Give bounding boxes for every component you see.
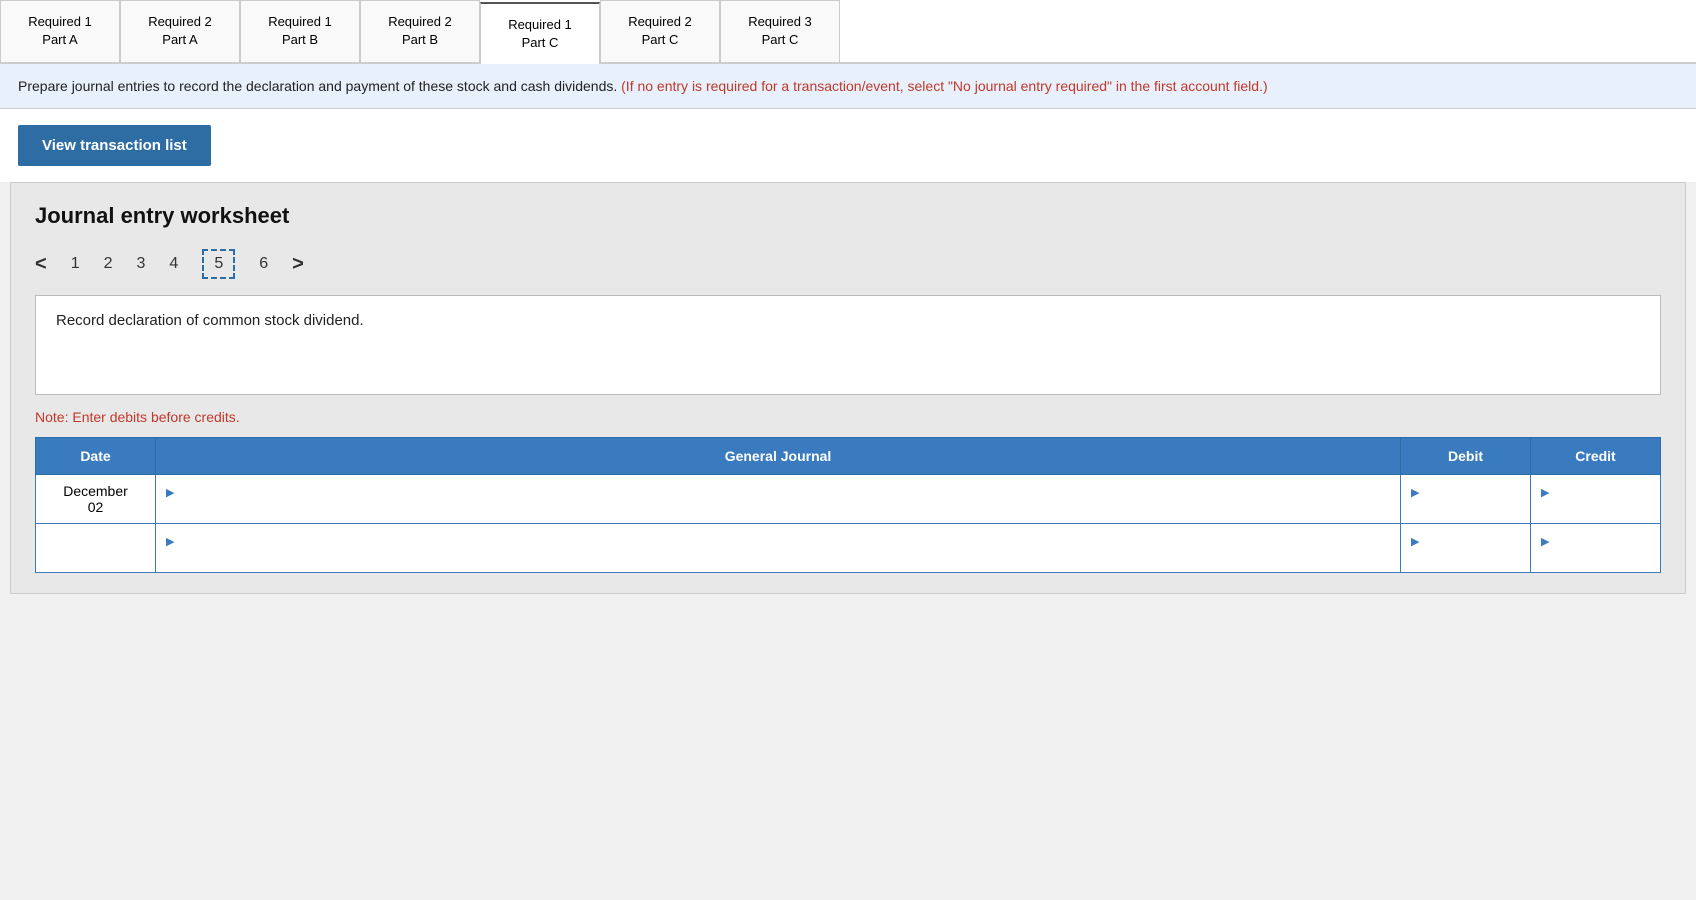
pagination: < 1 2 3 4 5 6 > (35, 249, 1661, 279)
page-4[interactable]: 4 (169, 255, 178, 273)
tab-req1c[interactable]: Required 1 Part C (480, 2, 600, 64)
prev-arrow[interactable]: < (35, 253, 47, 276)
table-row (36, 524, 1661, 573)
journal-table: Date General Journal Debit Credit Decemb… (35, 437, 1661, 573)
tab-req2b[interactable]: Required 2 Part B (360, 0, 480, 62)
tab-req2c[interactable]: Required 2 Part C (600, 0, 720, 62)
col-header-journal: General Journal (156, 438, 1401, 475)
page-2[interactable]: 2 (104, 255, 113, 273)
page-5[interactable]: 5 (202, 249, 235, 279)
date-cell-1: December02 (36, 475, 156, 524)
tab-req1b[interactable]: Required 1 Part B (240, 0, 360, 62)
page-1[interactable]: 1 (71, 255, 80, 273)
tab-req2a[interactable]: Required 2 Part A (120, 0, 240, 62)
col-header-date: Date (36, 438, 156, 475)
worksheet-title: Journal entry worksheet (35, 203, 1661, 229)
credit-cell-1[interactable] (1531, 475, 1661, 524)
credit-input-1[interactable] (1541, 499, 1650, 515)
instruction-main-text: Prepare journal entries to record the de… (18, 78, 621, 94)
next-arrow[interactable]: > (292, 253, 304, 276)
credit-cell-2[interactable] (1531, 524, 1661, 573)
journal-cell-1[interactable] (156, 475, 1401, 524)
worksheet-container: Journal entry worksheet < 1 2 3 4 5 6 > … (10, 182, 1686, 594)
note-text: Note: Enter debits before credits. (35, 409, 1661, 425)
tabs-container: Required 1 Part A Required 2 Part A Requ… (0, 0, 1696, 64)
journal-cell-2[interactable] (156, 524, 1401, 573)
page-6[interactable]: 6 (259, 255, 268, 273)
tab-req1a[interactable]: Required 1 Part A (0, 0, 120, 62)
journal-input-2[interactable] (166, 548, 1390, 564)
date-cell-2 (36, 524, 156, 573)
debit-input-2[interactable] (1411, 548, 1520, 564)
col-header-credit: Credit (1531, 438, 1661, 475)
instruction-red-text: (If no entry is required for a transacti… (621, 78, 1267, 94)
col-header-debit: Debit (1401, 438, 1531, 475)
description-box: Record declaration of common stock divid… (35, 295, 1661, 395)
debit-cell-1[interactable] (1401, 475, 1531, 524)
view-transaction-button[interactable]: View transaction list (18, 125, 211, 166)
debit-cell-2[interactable] (1401, 524, 1531, 573)
table-row: December02 (36, 475, 1661, 524)
instruction-banner: Prepare journal entries to record the de… (0, 64, 1696, 109)
description-text: Record declaration of common stock divid… (56, 312, 364, 329)
debit-input-1[interactable] (1411, 499, 1520, 515)
page-3[interactable]: 3 (137, 255, 146, 273)
tab-req3c[interactable]: Required 3 Part C (720, 0, 840, 62)
journal-input-1[interactable] (166, 499, 1390, 515)
credit-input-2[interactable] (1541, 548, 1650, 564)
